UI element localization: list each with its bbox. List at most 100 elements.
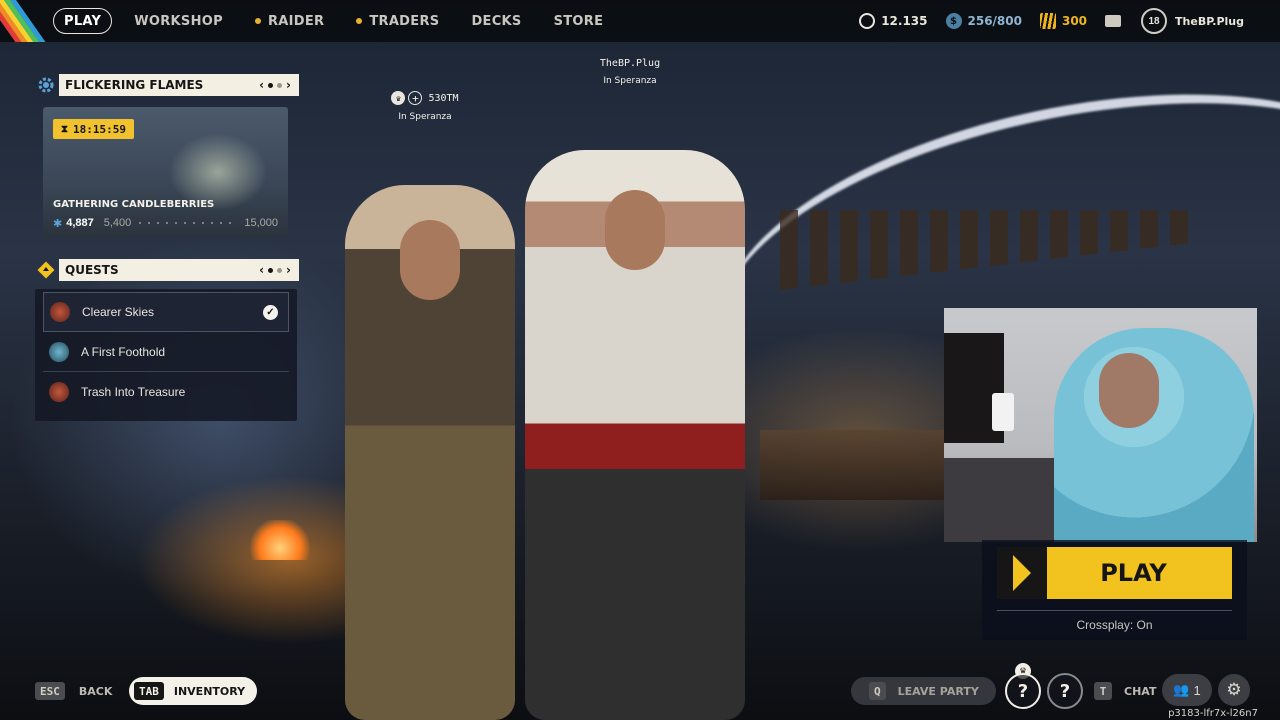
event-current: 4,887 — [66, 217, 94, 229]
nav-store[interactable]: STORE — [538, 8, 620, 34]
nav-decks-label: DECKS — [471, 13, 522, 29]
player-level-badge[interactable]: 18 — [1141, 8, 1168, 34]
crossplay-status[interactable]: Crossplay: On — [982, 618, 1247, 632]
leave-party-label: LEAVE PARTY — [897, 684, 979, 698]
page-dot — [277, 82, 283, 88]
page-dot — [277, 267, 283, 273]
quest-list: Clearer Skies ✓ A First Foothold Trash I… — [35, 289, 297, 421]
inventory-button[interactable]: TAB INVENTORY — [129, 677, 258, 705]
play-button[interactable]: PLAY — [997, 547, 1232, 599]
nav-raider[interactable]: RAIDER — [239, 8, 340, 34]
progress-track — [139, 222, 237, 224]
gear-icon: ✱ — [53, 217, 63, 230]
main-nav: PLAY WORKSHOP RAIDER TRADERS DECKS STORE — [53, 8, 619, 34]
event-progress: ✱ 4,887 5,400 15,000 — [53, 215, 278, 231]
player-level: 18 — [1148, 15, 1160, 27]
character-right-head — [605, 190, 665, 270]
nav-decks[interactable]: DECKS — [455, 8, 537, 34]
event-title: FLICKERING FLAMES — [65, 78, 204, 92]
notification-dot — [356, 18, 363, 24]
chevron-right-icon[interactable]: › — [286, 263, 291, 277]
esc-key: ESC — [35, 682, 65, 700]
divider — [997, 610, 1232, 611]
token-balance[interactable]: 300 — [1039, 13, 1087, 29]
quest-icon — [50, 302, 70, 322]
back-button[interactable]: ESC BACK — [35, 677, 112, 705]
help-button-leader[interactable]: ? — [1005, 673, 1041, 709]
nav-workshop-label: WORKSHOP — [134, 13, 223, 29]
credit-icon: $ — [945, 13, 962, 29]
top-bar: PLAY WORKSHOP RAIDER TRADERS DECKS STORE… — [0, 0, 1280, 42]
play-chevron-icon — [997, 547, 1047, 599]
event-timer-value: 18:15:59 — [73, 122, 127, 136]
credit-balance[interactable]: $256/800 — [945, 13, 1022, 29]
hourglass-icon: ⧗ — [61, 123, 69, 135]
back-label: BACK — [78, 684, 113, 698]
add-friend-icon[interactable]: + — [408, 91, 423, 105]
player-left-name: 530TM — [428, 93, 459, 104]
party-button[interactable]: 👥 1 — [1162, 674, 1212, 706]
quest-label: Trash Into Treasure — [81, 385, 186, 399]
webcam-face — [1099, 353, 1159, 428]
chevron-left-icon[interactable]: ‹ — [259, 263, 264, 277]
currency-bar: 12.135 $256/800 300 18 TheBP.Plug — [841, 0, 1280, 42]
event-card[interactable]: ⧗ 18:15:59 GATHERING CANDLEBERRIES ✱ 4,88… — [43, 107, 288, 238]
quests-title-bar: QUESTS ‹ › — [59, 259, 299, 281]
chat-label: CHAT — [1124, 684, 1157, 698]
player-right-status: In Speranza — [603, 76, 657, 86]
people-icon: 👥 — [1173, 682, 1190, 697]
event-header: FLICKERING FLAMES ‹ › — [35, 74, 299, 96]
quest-label: Clearer Skies — [82, 305, 155, 319]
nav-play[interactable]: PLAY — [53, 8, 113, 34]
crown-icon: ♛ — [391, 91, 406, 105]
party-count: 1 — [1193, 682, 1201, 698]
t-key: T — [1094, 682, 1112, 700]
notification-dot — [254, 18, 261, 24]
candle-shelf — [760, 430, 960, 500]
settings-gear-icon[interactable]: ⚙ — [1218, 674, 1250, 706]
player-tag-left-line: ♛ +530TM — [380, 91, 470, 105]
quest-label: A First Foothold — [81, 344, 166, 359]
username[interactable]: TheBP.Plug — [1175, 15, 1244, 28]
quest-item[interactable]: A First Foothold — [43, 332, 289, 372]
coin-value: 12.135 — [881, 14, 928, 28]
player-left-status: In Speranza — [398, 112, 452, 122]
quest-item[interactable]: Trash Into Treasure — [43, 372, 289, 412]
leave-party-button[interactable]: Q LEAVE PARTY — [851, 677, 996, 705]
bunting-flags — [780, 210, 1200, 290]
quests-title: QUESTS — [65, 263, 119, 277]
nav-raider-label: RAIDER — [267, 13, 325, 29]
quest-item[interactable]: Clearer Skies ✓ — [43, 292, 289, 332]
chevron-left-icon[interactable]: ‹ — [259, 78, 264, 92]
character-right[interactable] — [525, 150, 745, 720]
coin-icon — [859, 13, 876, 29]
chat-button[interactable]: T CHAT — [1094, 677, 1156, 705]
webcam-cup — [992, 393, 1014, 431]
nav-play-label: PLAY — [64, 13, 102, 29]
inventory-label: INVENTORY — [173, 684, 246, 698]
event-name: GATHERING CANDLEBERRIES — [53, 199, 215, 210]
character-left[interactable] — [345, 185, 515, 720]
help-glyph: ? — [1059, 680, 1071, 702]
quests-header: QUESTS ‹ › — [35, 259, 299, 281]
help-button[interactable]: ? — [1047, 673, 1083, 709]
mail-icon[interactable] — [1105, 15, 1122, 27]
webcam-overlay — [944, 308, 1257, 542]
coin-balance[interactable]: 12.135 — [859, 13, 928, 29]
rainbow-stripes — [0, 0, 48, 42]
player-tag-left[interactable]: ♛ +530TM In Speranza — [380, 91, 470, 122]
quests-pager: ‹ › — [259, 263, 299, 277]
webcam-streamer — [1054, 328, 1254, 542]
event-goal: 15,000 — [244, 217, 278, 229]
token-icon — [1039, 13, 1056, 29]
player-tag-right[interactable]: TheBP.Plug In Speranza — [580, 58, 680, 86]
nav-workshop[interactable]: WORKSHOP — [118, 8, 239, 34]
play-label: PLAY — [1100, 559, 1167, 587]
nav-traders[interactable]: TRADERS — [340, 8, 455, 34]
chevron-right-icon[interactable]: › — [286, 78, 291, 92]
session-id: p3183-lfr7x-l26n7 — [1168, 708, 1258, 719]
q-key: Q — [869, 682, 886, 700]
event-timer: ⧗ 18:15:59 — [53, 119, 135, 139]
event-title-bar: FLICKERING FLAMES ‹ › — [59, 74, 299, 96]
page-dot — [268, 82, 274, 88]
